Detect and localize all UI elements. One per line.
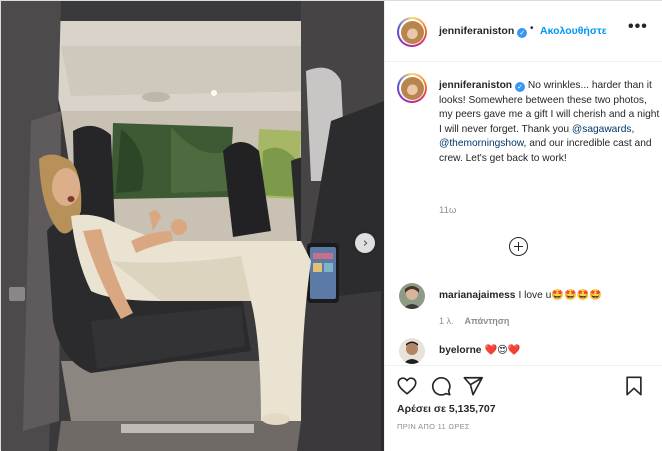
comment-text: byelorne ❤️😍❤️ <box>439 345 520 356</box>
caption-verified-badge-icon: ✓ <box>515 82 526 92</box>
comment-meta: 1 λ. Απάντηση <box>439 316 509 326</box>
post-timestamp[interactable]: ΠΡΙΝ ΑΠΟ 11 ΩΡΕΣ <box>397 422 470 431</box>
action-bar: Αρέσει σε 5,135,707 ΠΡΙΝ ΑΠΟ 11 ΩΡΕΣ <box>385 365 662 451</box>
post-header: jenniferaniston ✓ • Ακολουθήστε ••• <box>385 1 662 62</box>
comment-body: ❤️😍❤️ <box>484 345 521 356</box>
mention-sagawards[interactable]: @sagawards <box>572 124 632 135</box>
caption-username[interactable]: jenniferaniston <box>439 80 512 91</box>
commenter-avatar[interactable] <box>399 338 425 364</box>
post-photo[interactable]: › <box>1 1 384 451</box>
mention-themorningshow[interactable]: @themorningshow <box>439 138 524 149</box>
post-sidebar: jenniferaniston ✓ • Ακολουθήστε ••• jenni… <box>384 1 662 451</box>
photo-illustration <box>1 1 384 451</box>
instagram-post: › jenniferaniston ✓ • Ακολουθήστε ••• jen… <box>0 0 662 451</box>
avatar-photo <box>400 20 424 44</box>
commenter-avatar[interactable] <box>399 283 425 309</box>
likes-count[interactable]: Αρέσει σε 5,135,707 <box>397 403 496 415</box>
comment-body: I love u🤩🤩🤩🤩 <box>518 290 603 301</box>
more-options-icon[interactable]: ••• <box>628 18 648 36</box>
separator-dot: • <box>530 23 534 34</box>
author-username-link[interactable]: jenniferaniston ✓ <box>439 25 528 38</box>
verified-badge-icon: ✓ <box>517 28 528 38</box>
paper-plane-icon[interactable] <box>462 375 484 397</box>
comment-bubble-icon[interactable] <box>430 375 452 397</box>
commenter-username[interactable]: marianajaimess <box>439 290 515 301</box>
heart-icon[interactable] <box>396 375 418 397</box>
plus-circle-icon[interactable] <box>509 237 528 256</box>
chevron-right-icon: › <box>362 235 369 251</box>
caption-avatar-photo <box>400 76 424 100</box>
bookmark-icon[interactable] <box>623 375 645 397</box>
next-photo-button[interactable]: › <box>355 233 375 253</box>
caption-time[interactable]: 11ω <box>439 205 456 216</box>
reply-button[interactable]: Απάντηση <box>465 316 510 326</box>
author-username[interactable]: jenniferaniston <box>439 25 514 37</box>
follow-button[interactable]: Ακολουθήστε <box>540 25 607 37</box>
caption-avatar[interactable] <box>397 73 427 103</box>
comment-text: marianajaimess I love u🤩🤩🤩🤩 <box>439 290 602 301</box>
commenter-username[interactable]: byelorne <box>439 345 481 356</box>
caption-body-2: , <box>631 123 635 135</box>
comment-time[interactable]: 1 λ. <box>439 316 454 326</box>
avatar[interactable] <box>397 17 427 47</box>
caption-text: jenniferaniston ✓ No wrinkles... harder t… <box>439 79 661 167</box>
